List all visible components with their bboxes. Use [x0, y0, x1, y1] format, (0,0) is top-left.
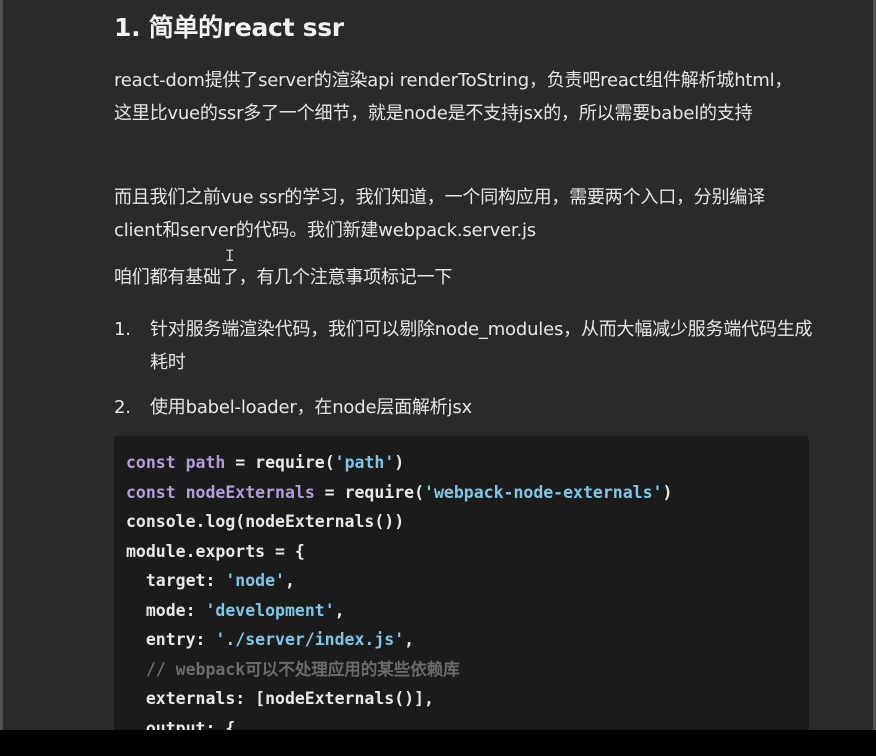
code-punct: ): [394, 453, 405, 472]
bottom-black-bar: [0, 730, 876, 756]
code-string: './server/index.js': [215, 630, 405, 649]
list-item: 1. 针对服务端渲染代码，我们可以剔除node_modules，从而大幅减少服务…: [114, 313, 814, 379]
code-variable: nodeExternals: [185, 482, 315, 502]
code-key: entry:: [126, 630, 216, 649]
code-comment: // webpack可以不处理应用的某些依赖库: [126, 659, 460, 679]
text-cursor-icon: I: [225, 246, 235, 265]
code-operator: =: [225, 453, 256, 472]
section-title: 1. 简单的react ssr: [114, 13, 344, 42]
list-item-text: 使用babel-loader，在node层面解析jsx: [150, 397, 472, 418]
code-line: const nodeExternals = require('webpack-n…: [126, 478, 809, 508]
list-item-text: 针对服务端渲染代码，我们可以剔除node_modules，从而大幅减少服务端代码…: [150, 319, 813, 373]
code-call: require(: [344, 482, 425, 502]
code-block[interactable]: const path = require('path') const nodeEx…: [114, 436, 809, 730]
code-punct: ): [662, 482, 673, 502]
paragraph-notes-intro: 咱们都有基础了，有几个注意事项标记一下: [114, 267, 453, 288]
code-line: entry: './server/index.js',: [126, 625, 809, 655]
code-string: 'node': [225, 571, 285, 590]
code-key: mode:: [126, 600, 206, 620]
code-punct: ,: [334, 600, 345, 620]
code-line: target: 'node',: [126, 566, 809, 596]
code-punct: ,: [404, 630, 415, 649]
code-variable: path: [185, 453, 226, 472]
code-operator: =: [314, 482, 345, 502]
notes-list: 1. 针对服务端渲染代码，我们可以剔除node_modules，从而大幅减少服务…: [114, 313, 814, 424]
document-viewport: 1. 简单的react ssr react-dom提供了server的渲染api…: [0, 0, 876, 730]
code-keyword: const: [126, 482, 176, 502]
code-key: target:: [126, 571, 226, 590]
code-line: output: {: [126, 718, 236, 731]
list-item-number: 1.: [114, 319, 131, 340]
code-line: externals: [nodeExternals()],: [126, 689, 434, 708]
code-punct: ,: [284, 571, 295, 590]
code-string: 'development': [205, 600, 335, 620]
code-line: module.exports = {: [126, 541, 305, 561]
list-item: 2. 使用babel-loader，在node层面解析jsx: [114, 391, 814, 424]
code-line: const path = require('path'): [126, 448, 809, 478]
paragraph-isomorphic: 而且我们之前vue ssr的学习，我们知道，一个同构应用，需要两个入口，分别编译…: [114, 187, 766, 241]
code-line: mode: 'development',: [126, 596, 809, 626]
code-string: 'webpack-node-externals': [424, 482, 663, 502]
left-edge: [0, 0, 3, 730]
list-item-number: 2.: [114, 397, 131, 418]
code-line: console.log(nodeExternals()): [126, 512, 405, 531]
paragraph-react-dom: react-dom提供了server的渲染api renderToString，…: [114, 70, 793, 124]
code-keyword: const: [126, 453, 176, 472]
code-call: require(: [255, 453, 335, 472]
code-string: 'path': [334, 453, 395, 472]
